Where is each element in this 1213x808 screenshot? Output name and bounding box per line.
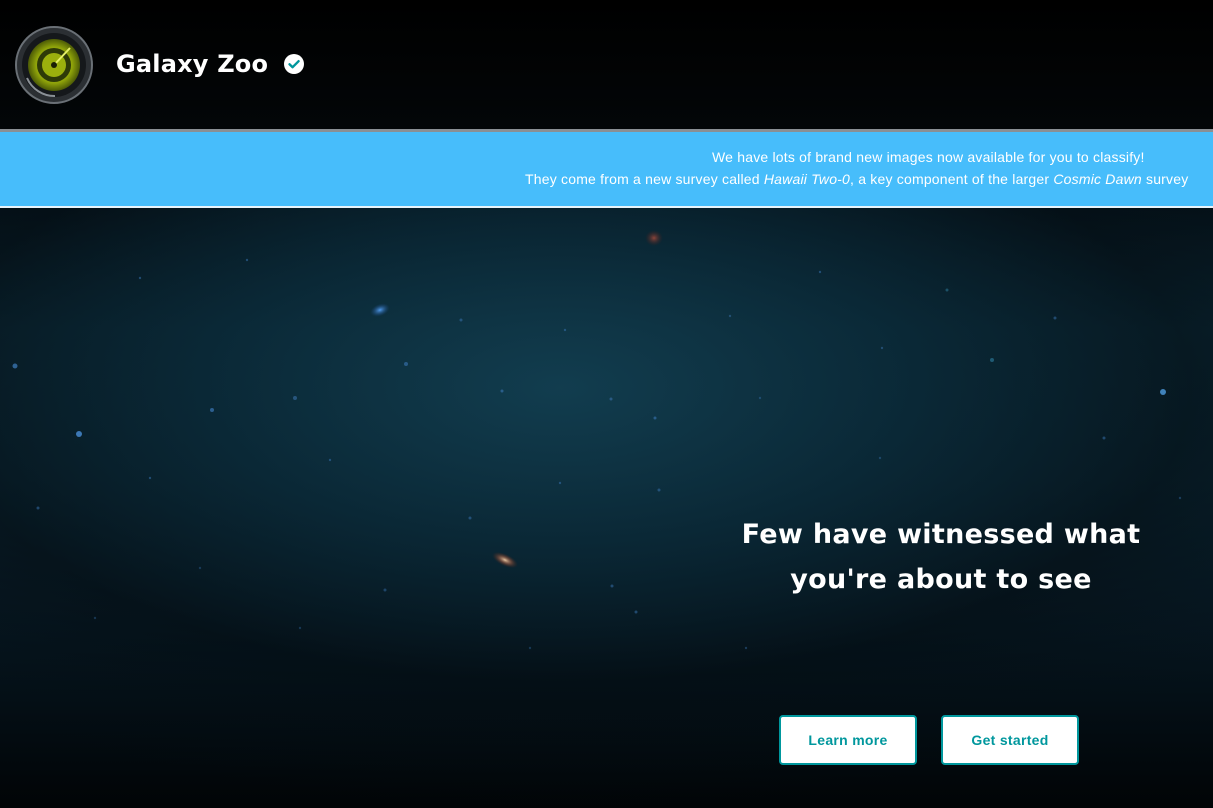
project-header: Galaxy Zoo: [0, 0, 1213, 129]
announcement-line-1: We have lots of brand new images now ava…: [712, 149, 1145, 165]
learn-more-button[interactable]: Learn more: [779, 715, 917, 765]
galaxy-zoo-logo-icon[interactable]: [15, 26, 93, 104]
announcement-text-suffix: survey: [1141, 171, 1189, 187]
survey-name: Hawaii Two-0: [763, 171, 851, 187]
parent-survey-name: Cosmic Dawn: [1053, 171, 1142, 187]
get-started-button[interactable]: Get started: [941, 715, 1079, 765]
hero-heading: Few have witnessed what you're about to …: [741, 519, 1141, 595]
project-title-group: Galaxy Zoo: [116, 46, 305, 82]
announcement-line-2: They come from a new survey called Hawai…: [525, 171, 1188, 187]
hero-section: Few have witnessed what you're about to …: [0, 208, 1213, 808]
project-title[interactable]: Galaxy Zoo: [116, 50, 268, 78]
verified-check-icon: [284, 54, 305, 74]
announcement-text-middle: , a key component of the larger: [850, 171, 1054, 187]
announcement-banner: We have lots of brand new images now ava…: [0, 132, 1213, 206]
announcement-text-prefix: They come from a new survey called: [525, 171, 764, 187]
